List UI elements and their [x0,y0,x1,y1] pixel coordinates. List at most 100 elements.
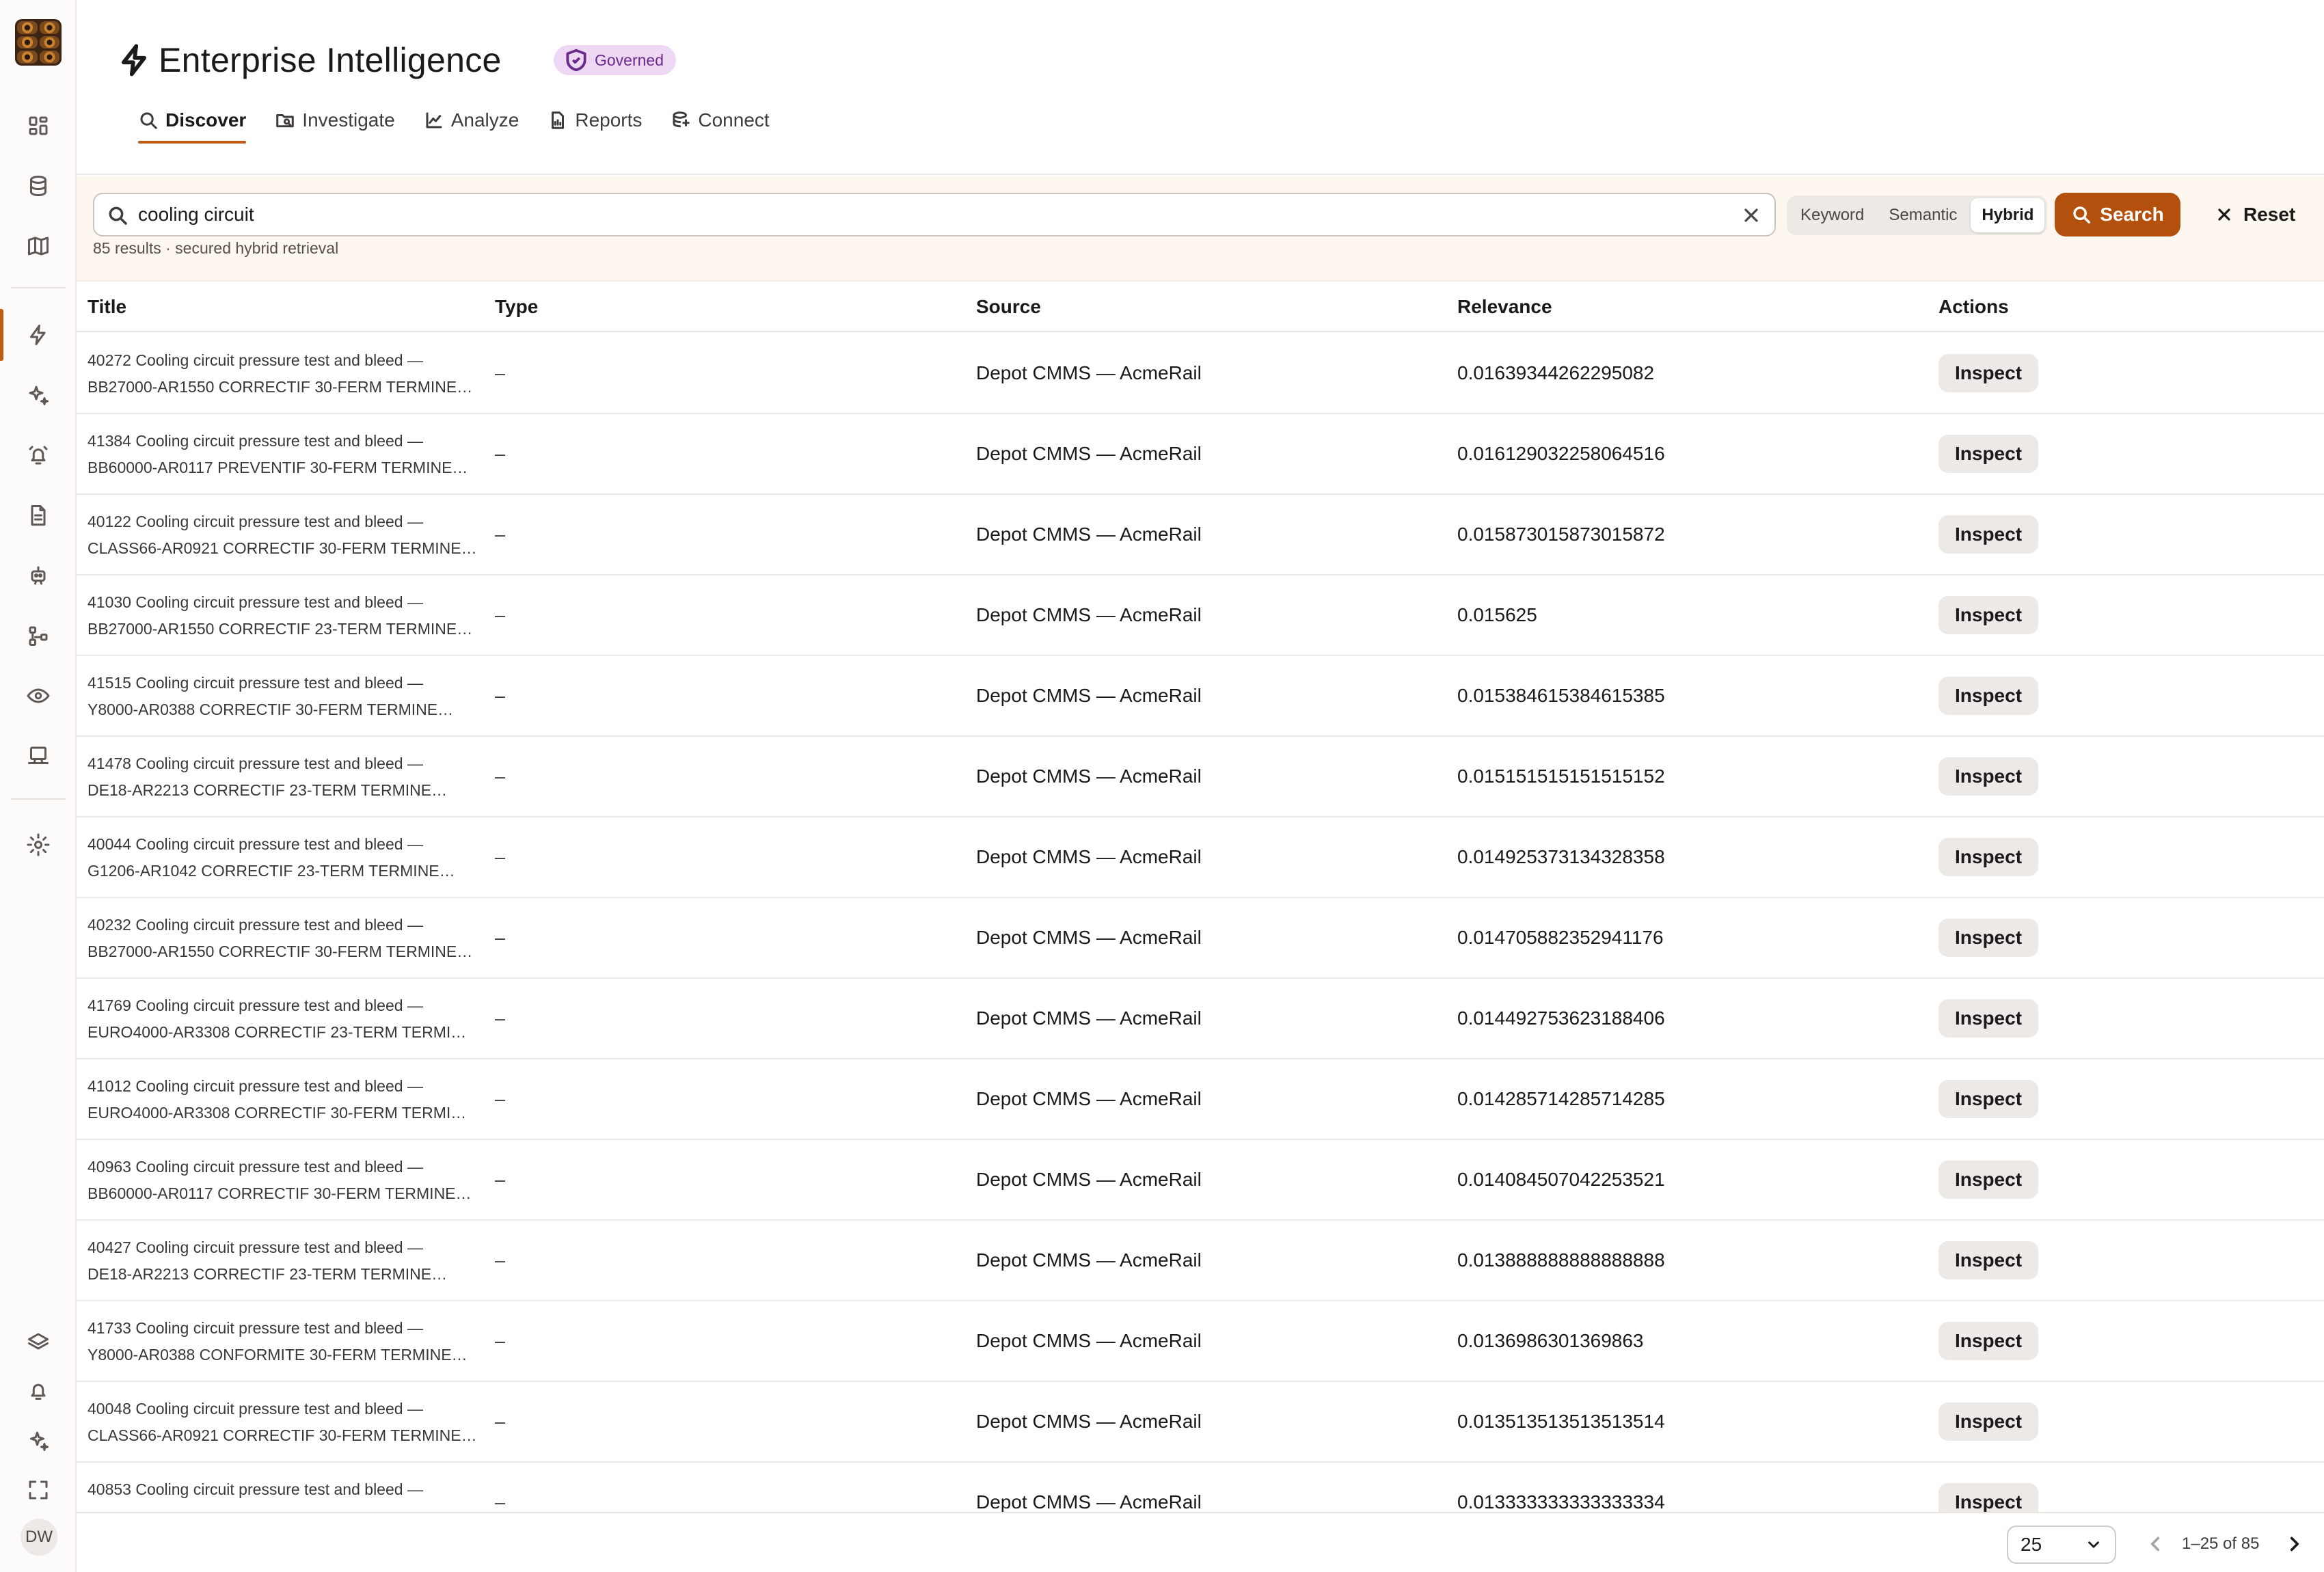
cell-title[interactable]: 41384 Cooling circuit pressure test and … [87,428,484,481]
mode-keyword[interactable]: Keyword [1789,198,1875,232]
report-icon [552,111,565,129]
column-header-source[interactable]: Source [976,282,1041,332]
app-logo[interactable] [15,19,62,66]
bell-icon[interactable] [22,1375,55,1408]
cell-title[interactable]: 40272 Cooling circuit pressure test and … [87,347,484,401]
robot-icon[interactable] [22,559,55,592]
monitor-icon[interactable] [22,740,55,772]
table-row[interactable]: 40048 Cooling circuit pressure test and … [77,1382,2324,1463]
layers-icon[interactable] [22,1326,55,1359]
column-header-relevance[interactable]: Relevance [1457,282,1552,332]
avatar[interactable]: DW [21,1519,57,1556]
cell-type: – [495,1491,506,1513]
table-row[interactable]: 40232 Cooling circuit pressure test and … [77,898,2324,979]
tab-investigate[interactable]: Investigate [267,100,403,141]
cell-title[interactable]: 40122 Cooling circuit pressure test and … [87,509,484,562]
inspect-button[interactable]: Inspect [1938,1241,2039,1279]
workflow-icon[interactable] [22,619,55,652]
table-row[interactable]: 41384 Cooling circuit pressure test and … [77,414,2324,495]
inspect-button[interactable]: Inspect [1938,1402,2039,1441]
cell-title[interactable]: 40963 Cooling circuit pressure test and … [87,1154,484,1207]
inspect-button[interactable]: Inspect [1938,999,2039,1038]
sparkle-icon[interactable] [22,1424,55,1457]
chevron-left-icon[interactable] [2144,1532,2167,1556]
search-button[interactable]: Search [2055,193,2180,236]
inspect-button[interactable]: Inspect [1938,515,2039,554]
tab-label: Discover [165,109,247,131]
chevron-right-icon[interactable] [2283,1532,2306,1556]
title-line-2: BB27000-AR1550 CORRECTIF 30-FERM TERMINE… [87,943,473,960]
table-row[interactable]: 41515 Cooling circuit pressure test and … [77,656,2324,737]
title-line-1: 40044 Cooling circuit pressure test and … [87,835,423,853]
results-summary: 85 results · secured hybrid retrieval [93,239,339,257]
cell-title[interactable]: 41030 Cooling circuit pressure test and … [87,589,484,642]
eye-icon[interactable] [22,679,55,712]
inspect-button[interactable]: Inspect [1938,435,2039,473]
app-root: DW Enterprise Intelligence Governed Disc… [0,0,2324,1572]
cell-source: Depot CMMS — AcmeRail [976,846,1202,867]
page-size-select[interactable]: 25 [2007,1526,2116,1564]
cell-source: Depot CMMS — AcmeRail [976,1491,1202,1512]
title-line-1: 40853 Cooling circuit pressure test and … [87,1480,423,1498]
tab-analyze[interactable]: Analyze [416,100,528,141]
inspect-button[interactable]: Inspect [1938,919,2039,957]
mode-semantic[interactable]: Semantic [1878,198,1968,232]
table-row[interactable]: 41733 Cooling circuit pressure test and … [77,1301,2324,1382]
cell-title[interactable]: 40232 Cooling circuit pressure test and … [87,912,484,965]
table-row[interactable]: 40272 Cooling circuit pressure test and … [77,334,2324,414]
inspect-button[interactable]: Inspect [1938,1483,2039,1512]
column-header-title[interactable]: Title [87,282,126,332]
cell-type: – [495,1088,506,1109]
tab-connect[interactable]: Connect [662,100,777,141]
table-row[interactable]: 41030 Cooling circuit pressure test and … [77,575,2324,656]
tab-reports[interactable]: Reports [539,100,650,141]
retrieval-mode-selector: Keyword Semantic Hybrid [1787,195,2048,235]
table-row[interactable]: 40963 Cooling circuit pressure test and … [77,1140,2324,1221]
table-row[interactable]: 40044 Cooling circuit pressure test and … [77,817,2324,898]
inspect-button[interactable]: Inspect [1938,838,2039,876]
cell-title[interactable]: 40427 Cooling circuit pressure test and … [87,1234,484,1288]
title-line-2: EURO4000-AR3308 CORRECTIF 23-TERM TERMI… [87,1023,467,1041]
cell-title[interactable]: 40853 Cooling circuit pressure test and … [87,1476,484,1503]
gear-icon[interactable] [22,828,55,861]
mode-hybrid[interactable]: Hybrid [1971,198,2045,232]
badge-label: Governed [595,51,664,69]
inspect-button[interactable]: Inspect [1938,1322,2039,1360]
table-row[interactable]: 40427 Cooling circuit pressure test and … [77,1221,2324,1301]
tab-discover[interactable]: Discover [130,100,254,144]
close-icon[interactable] [1740,204,1762,226]
inspect-button[interactable]: Inspect [1938,677,2039,715]
cell-title[interactable]: 41012 Cooling circuit pressure test and … [87,1073,484,1126]
database-icon[interactable] [22,170,55,202]
reset-button[interactable]: Reset [2206,193,2303,236]
cell-source: Depot CMMS — AcmeRail [976,604,1202,625]
cell-title[interactable]: 41733 Cooling circuit pressure test and … [87,1315,484,1368]
bolt-icon[interactable] [22,319,55,351]
cell-title[interactable]: 41478 Cooling circuit pressure test and … [87,750,484,804]
document-icon[interactable] [22,499,55,532]
inspect-button[interactable]: Inspect [1938,1080,2039,1118]
table-row[interactable]: 41478 Cooling circuit pressure test and … [77,737,2324,817]
table-row[interactable]: 40853 Cooling circuit pressure test and … [77,1463,2324,1512]
table-row[interactable]: 41769 Cooling circuit pressure test and … [77,979,2324,1059]
inspect-button[interactable]: Inspect [1938,596,2039,634]
cell-title[interactable]: 40048 Cooling circuit pressure test and … [87,1396,484,1449]
column-header-type[interactable]: Type [495,282,538,332]
cell-title[interactable]: 41515 Cooling circuit pressure test and … [87,670,484,723]
map-icon[interactable] [22,230,55,262]
inspect-button[interactable]: Inspect [1938,1161,2039,1199]
alarm-icon[interactable] [22,439,55,472]
cell-type: – [495,927,506,948]
cell-title[interactable]: 41769 Cooling circuit pressure test and … [87,992,484,1046]
inspect-button[interactable]: Inspect [1938,354,2039,392]
table-row[interactable]: 40122 Cooling circuit pressure test and … [77,495,2324,575]
fullscreen-icon[interactable] [22,1474,55,1506]
sparkles-icon[interactable] [22,379,55,411]
table-row[interactable]: 41012 Cooling circuit pressure test and … [77,1059,2324,1140]
cell-relevance: 0.01639344262295082 [1457,362,1655,383]
cell-title[interactable]: 40044 Cooling circuit pressure test and … [87,831,484,884]
search-input[interactable] [138,198,1710,231]
bolt-icon [116,42,152,78]
inspect-button[interactable]: Inspect [1938,757,2039,796]
dashboard-icon[interactable] [22,109,55,142]
